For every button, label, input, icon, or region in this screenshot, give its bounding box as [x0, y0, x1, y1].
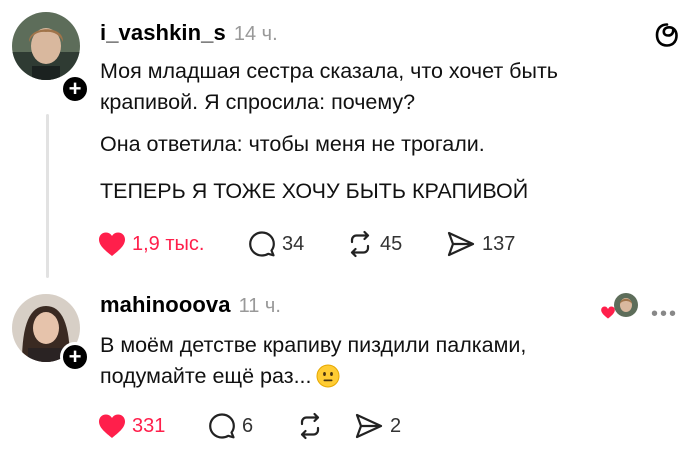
repost-button[interactable] [296, 412, 354, 440]
comment-button[interactable]: 34 [248, 230, 346, 258]
share-button[interactable]: 137 [446, 230, 515, 258]
comment-count: 6 [242, 414, 254, 437]
post-text-line: подумайте ещё раз... [100, 361, 526, 397]
thread-line [46, 114, 49, 278]
like-button[interactable]: 331 [98, 413, 208, 439]
timestamp: 11 ч. [238, 295, 281, 317]
heart-icon [99, 414, 125, 438]
more-icon[interactable]: ••• [651, 303, 678, 326]
heart-icon [99, 232, 125, 256]
post-text-line: ТЕПЕРЬ Я ТОЖЕ ХОЧУ БЫТЬ КРАПИВОЙ [100, 179, 529, 203]
avatar[interactable] [12, 12, 80, 80]
share-button[interactable]: 2 [354, 412, 401, 440]
post-text-line: В моём детстве крапиву пиздили палками, [100, 333, 527, 357]
comment-icon [209, 413, 235, 439]
comment-count: 34 [282, 232, 305, 255]
share-count: 2 [390, 414, 402, 437]
repost-icon [350, 230, 370, 258]
post-item: + mahinooova 11 ч. В моём детстве крапив… [0, 280, 700, 462]
post-text: Моя младшая сестра сказала, что хочет бы… [100, 56, 558, 118]
follow-plus-icon[interactable]: + [60, 342, 90, 372]
share-icon [355, 413, 383, 439]
share-icon [447, 231, 475, 257]
timestamp: 14 ч. [233, 23, 278, 45]
post-text: В моём детстве крапиву пиздили палками, … [100, 330, 526, 397]
neutral-face-emoji-icon [316, 364, 340, 397]
like-count: 331 [132, 414, 166, 437]
author-liked-avatar [614, 293, 638, 317]
like-button[interactable]: 1,9 тыс. [98, 231, 248, 257]
like-count: 1,9 тыс. [132, 232, 205, 255]
repost-icon [300, 412, 320, 440]
username[interactable]: mahinooova [100, 292, 231, 318]
follow-plus-icon[interactable]: + [60, 74, 90, 104]
comment-icon [249, 231, 275, 257]
post-text-line: Она ответила: чтобы меня не трогали. [100, 132, 485, 156]
share-count: 137 [482, 232, 516, 255]
post-text-line: Моя младшая сестра сказала, что хочет бы… [100, 59, 558, 83]
post-text-line: крапивой. Я спросила: почему? [100, 90, 416, 114]
comment-button[interactable]: 6 [208, 412, 296, 440]
repost-count: 45 [380, 232, 403, 255]
repost-button[interactable]: 45 [346, 230, 446, 258]
username[interactable]: i_vashkin_s [100, 20, 226, 46]
post-item: + i_vashkin_s 14 ч. Моя младшая сестра с… [0, 0, 700, 280]
